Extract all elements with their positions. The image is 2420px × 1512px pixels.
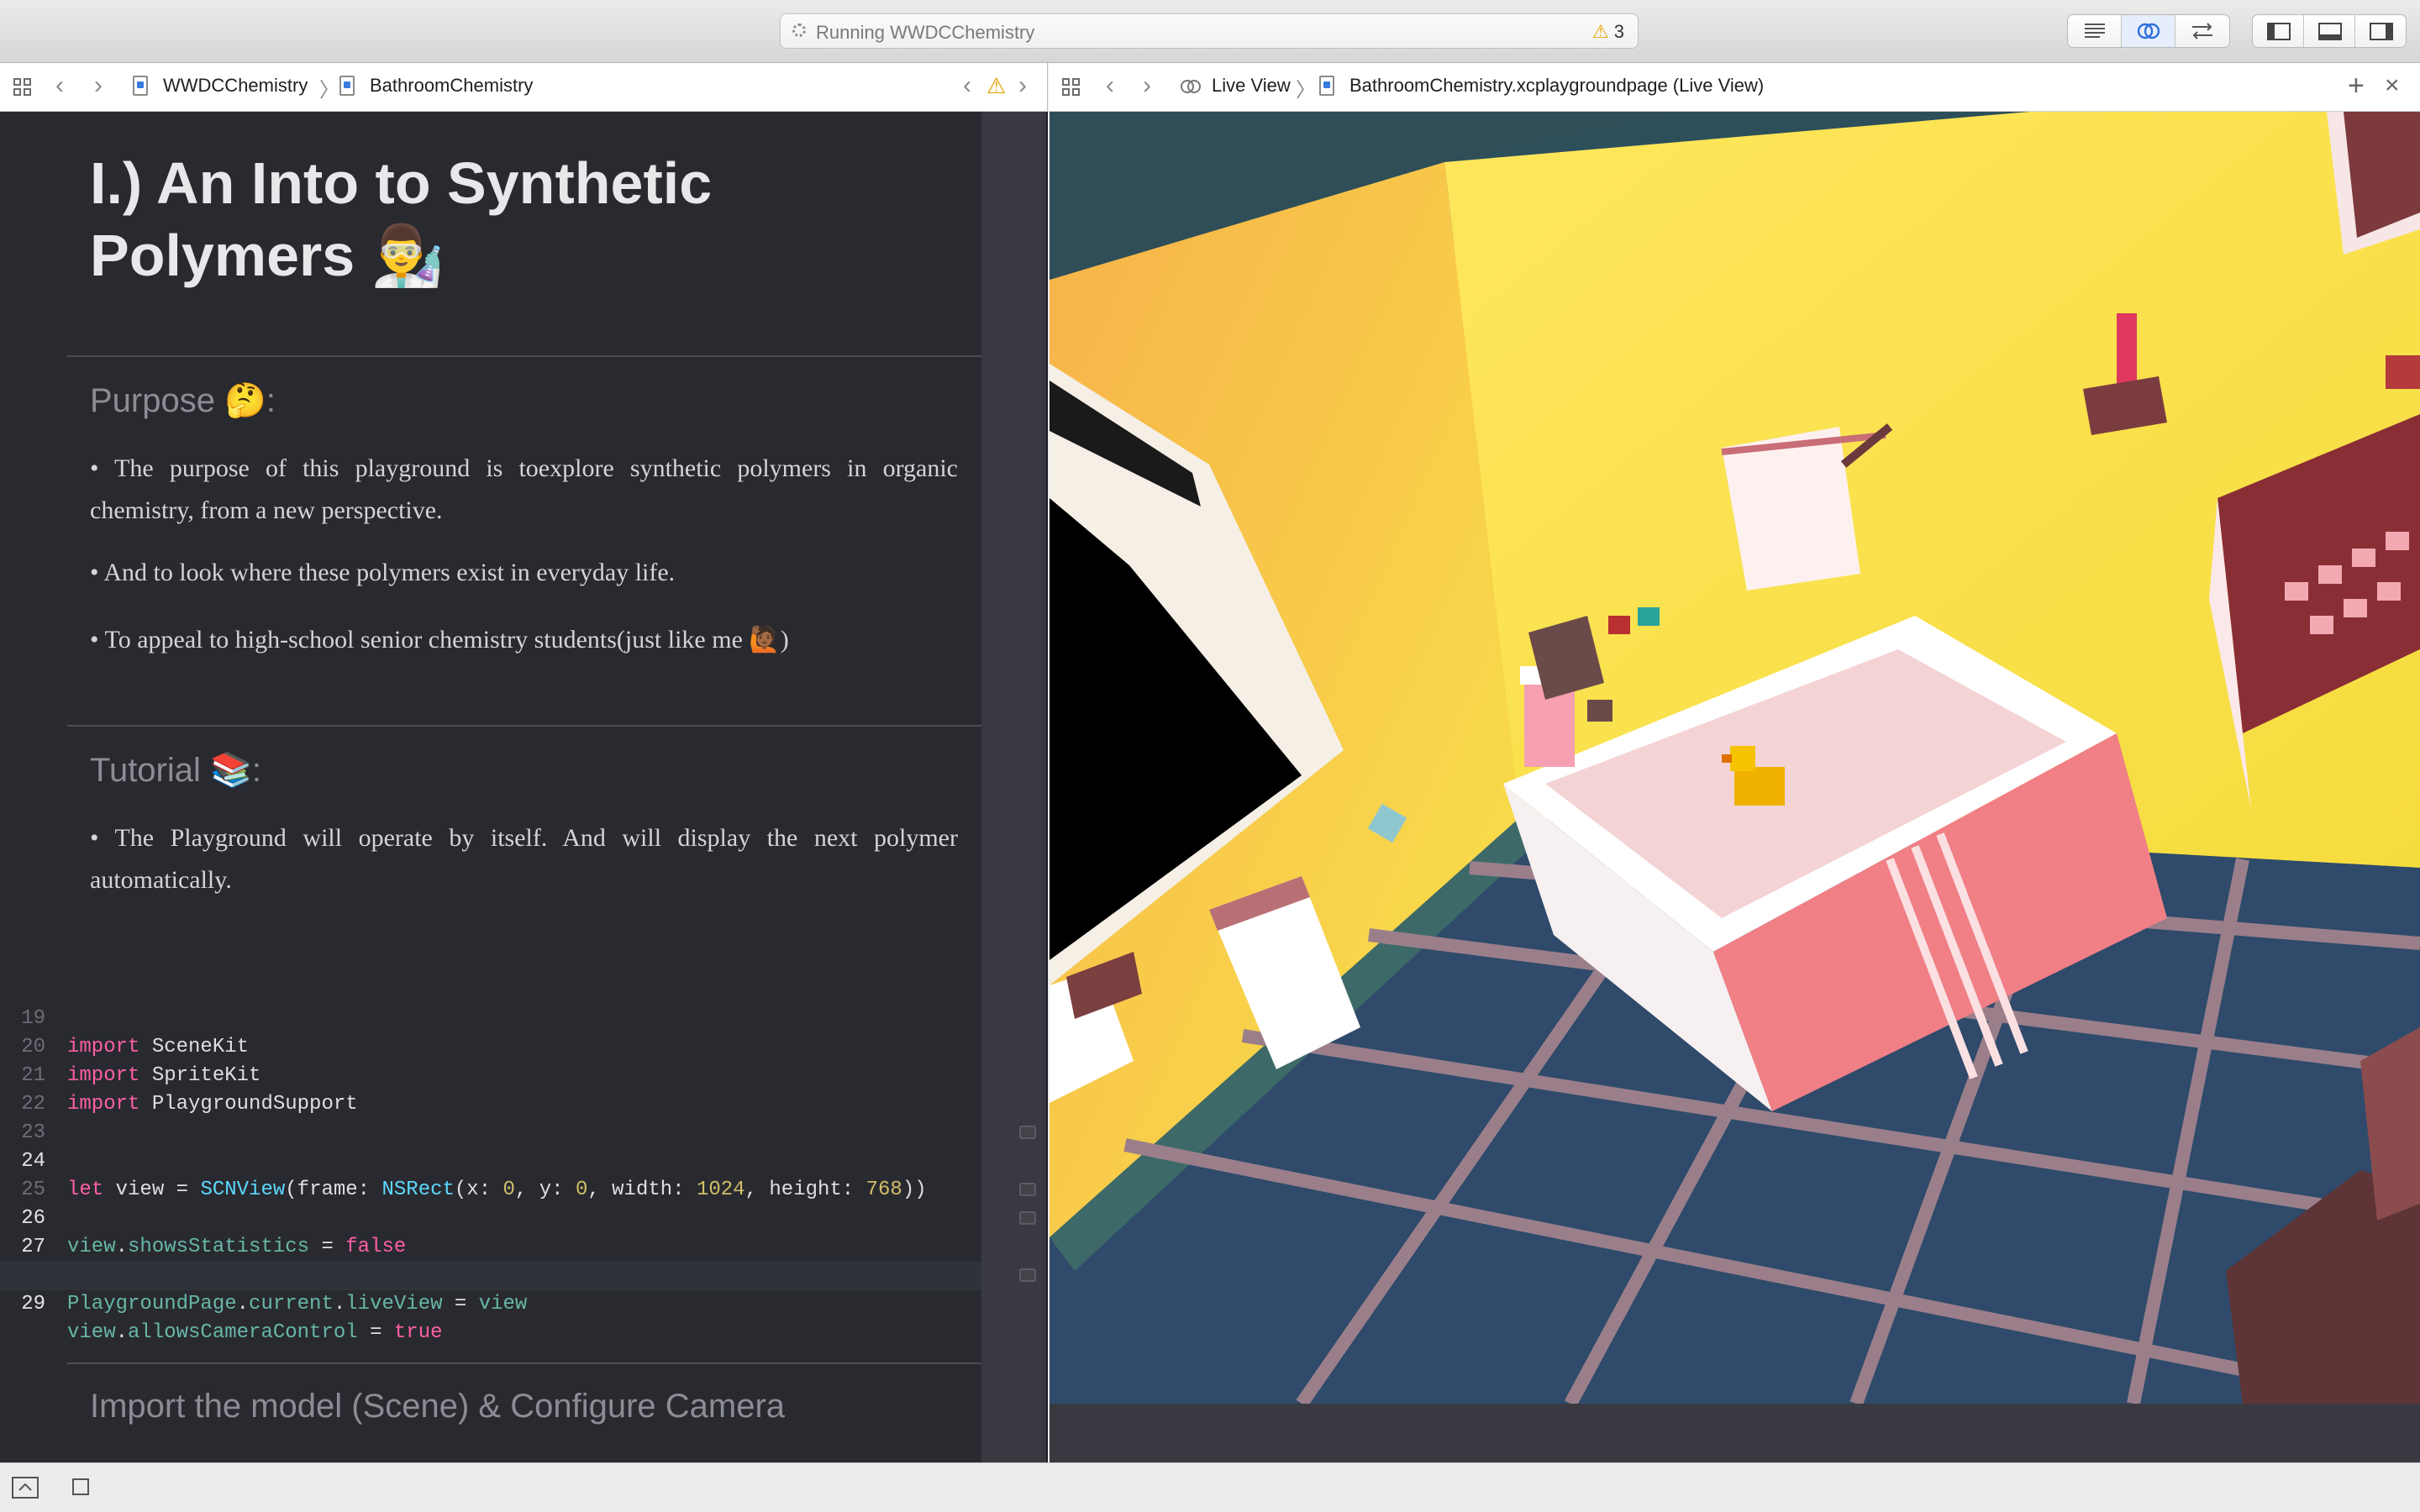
hide-debug-area-icon[interactable] — [12, 1477, 39, 1499]
next-issue-icon[interactable]: › — [1018, 71, 1027, 100]
shampoo-cap — [1638, 607, 1660, 626]
purpose-bullet: • The purpose of this playground is toex… — [90, 454, 958, 524]
code-line[interactable]: 21 import PlaygroundSupport — [0, 1033, 981, 1116]
assistant-jump-bar: ‹ › Live View 〉 BathroomChemistry.xcplay… — [1049, 63, 2420, 112]
playground-page-icon — [1319, 76, 1334, 96]
quick-look-result-icon[interactable] — [1019, 1268, 1036, 1282]
warning-icon: ⚠ — [1592, 21, 1609, 42]
current-code-line[interactable]: 29 view.allowsCameraControl = true — [0, 1262, 981, 1344]
tutorial-bullet: • The Playground will operate by itself.… — [90, 824, 958, 894]
assistant-category[interactable]: Live View — [1212, 75, 1291, 97]
purpose-heading-colon: : — [266, 382, 276, 419]
breadcrumb-separator-icon: 〉 — [1296, 79, 1316, 102]
tutorial-heading-text: Tutorial — [90, 752, 201, 789]
rubber-duck-head — [1730, 746, 1755, 771]
breadcrumb-separator-icon: 〉 — [319, 79, 339, 102]
warning-count: 3 — [1613, 21, 1624, 42]
quick-look-result-icon[interactable] — [1019, 1183, 1036, 1196]
code-text: view.allowsCameraControl = true — [67, 1321, 443, 1344]
shampoo-cap — [1608, 616, 1630, 634]
previous-issue-icon[interactable]: ‹ — [963, 71, 971, 100]
breadcrumb-page[interactable]: BathroomChemistry — [370, 75, 533, 97]
scientist-emoji: 👨‍🔬 — [371, 221, 445, 290]
code-line[interactable]: 25 — [0, 1147, 981, 1201]
live-view-footer — [1050, 1404, 2420, 1462]
related-items-grid-icon[interactable] — [1062, 78, 1081, 97]
navigator-toggle-icon[interactable] — [2253, 15, 2304, 47]
forward-arrow-icon[interactable]: › — [94, 71, 103, 100]
add-editor-plus-icon[interactable]: + — [2348, 70, 2365, 102]
progress-spinner-icon — [792, 24, 806, 37]
run-stop-icon[interactable] — [72, 1478, 89, 1495]
thinking-emoji: 🤔 — [224, 381, 266, 420]
next-section-heading: Import the model (Scene) & Configure Cam… — [90, 1388, 786, 1425]
rubber-duck-beak — [1722, 754, 1732, 763]
code-line[interactable]: 22 — [0, 1062, 981, 1116]
editor-mode-control — [2067, 14, 2230, 48]
live-view[interactable] — [1050, 112, 2420, 1404]
code-text: PlaygroundPage.current.liveView = view — [67, 1293, 528, 1315]
version-editor-icon[interactable] — [2175, 15, 2229, 47]
results-sidebar — [981, 112, 1048, 1462]
quick-look-result-icon[interactable] — [1019, 1126, 1036, 1139]
code-line[interactable]: 27 view.backgroundColor = NSColor.black — [0, 1205, 981, 1287]
rubber-duck — [1734, 767, 1785, 806]
markup-title: I.) An Into to Synthetic Polymers 👨‍🔬 — [90, 147, 846, 291]
bathroom-scene[interactable] — [1050, 112, 2420, 1404]
assistant-file[interactable]: BathroomChemistry.xcplaygroundpage (Live… — [1349, 75, 1764, 97]
section-divider — [67, 355, 981, 357]
faucet — [2386, 355, 2420, 389]
view-toggle-control — [2252, 14, 2407, 48]
back-arrow-icon[interactable]: ‹ — [55, 71, 64, 100]
utilities-toggle-icon[interactable] — [2355, 15, 2406, 47]
debug-area-toggle-icon[interactable] — [2304, 15, 2355, 47]
related-items-grid-icon[interactable] — [13, 78, 32, 97]
books-emoji: 📚 — [210, 751, 252, 790]
back-arrow-icon[interactable]: ‹ — [1106, 71, 1114, 100]
section-divider — [67, 725, 981, 727]
window-toolbar: Running WWDCChemistry ⚠ 3 — [0, 0, 2420, 63]
playground-page-icon — [339, 76, 355, 96]
tub-knob — [1587, 700, 1612, 722]
warning-icon[interactable]: ⚠ — [986, 73, 1006, 99]
close-editor-icon[interactable]: × — [2385, 71, 2400, 100]
warning-indicator[interactable]: ⚠ 3 — [1592, 21, 1624, 43]
code-line[interactable]: 20 import SpriteKit — [0, 1005, 981, 1087]
code-line[interactable]: 24 let view = SCNView(frame: NSRect(x: 0… — [0, 1119, 981, 1201]
purpose-bullet: • And to look where these polymers exist… — [90, 559, 676, 586]
assistant-mode-icon[interactable] — [1178, 76, 1203, 97]
code-line[interactable]: 23 — [0, 1090, 981, 1144]
standard-editor-icon[interactable] — [2068, 15, 2122, 47]
breadcrumb-project[interactable]: WWDCChemistry — [163, 75, 308, 97]
code-line[interactable]: 28 PlaygroundPage.current.liveView = vie… — [0, 1233, 981, 1315]
forward-arrow-icon[interactable]: › — [1143, 71, 1151, 100]
code-line[interactable]: 26 view.showsStatistics = false — [0, 1176, 981, 1258]
tutorial-heading-colon: : — [251, 752, 261, 789]
line-number: 29 — [21, 1293, 45, 1315]
assistant-editor-icon[interactable] — [2122, 15, 2175, 47]
tutorial-heading: Tutorial 📚: — [90, 750, 261, 790]
purpose-heading-text: Purpose — [90, 382, 215, 419]
purpose-bullet: • To appeal to high-school senior chemis… — [90, 626, 789, 654]
code-line[interactable]: 19 import SceneKit — [0, 976, 981, 1058]
editor-jump-bar: ‹ › WWDCChemistry 〉 BathroomChemistry ‹ … — [0, 63, 1048, 112]
activity-viewer[interactable]: Running WWDCChemistry ⚠ 3 — [780, 13, 1639, 49]
debug-bar — [0, 1462, 2420, 1512]
quick-look-result-icon[interactable] — [1019, 1211, 1036, 1225]
section-divider — [67, 1362, 981, 1364]
activity-status: Running WWDCChemistry — [816, 22, 1035, 43]
purpose-heading: Purpose 🤔: — [90, 381, 276, 420]
swift-project-icon — [133, 76, 148, 96]
